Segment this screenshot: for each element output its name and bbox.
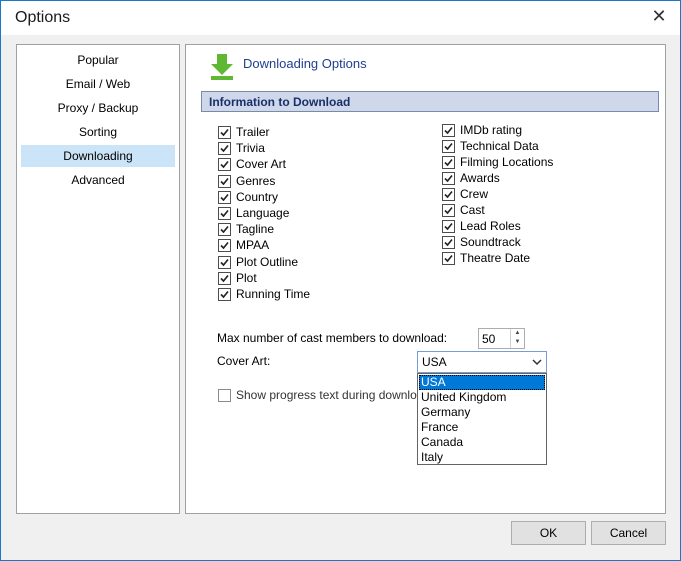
checkbox-label: Plot — [236, 270, 257, 285]
checkmark-icon[interactable] — [218, 142, 231, 156]
dropdown-option-germany[interactable]: Germany — [419, 405, 545, 420]
checkbox-label: Filming Locations — [460, 155, 554, 169]
checkmark-icon[interactable] — [442, 156, 455, 169]
downloading-panel: Downloading Options Information to Downl… — [185, 44, 666, 514]
checkmark-icon[interactable] — [442, 236, 455, 249]
sidebar-item-sorting[interactable]: Sorting — [21, 121, 175, 143]
spinner-buttons: ▲ ▼ — [510, 329, 524, 348]
max-cast-label: Max number of cast members to download: — [217, 331, 448, 345]
checkbox-label: Language — [236, 206, 290, 220]
cover-art-value: USA — [422, 355, 447, 369]
cover-art-select[interactable]: USA — [417, 351, 547, 373]
checkmark-icon[interactable] — [218, 288, 231, 301]
checkbox-label: Country — [236, 189, 279, 204]
checkbox-label: IMDb rating — [460, 123, 523, 137]
checkmark-icon[interactable] — [442, 172, 455, 185]
dropdown-option-canada[interactable]: Canada — [419, 435, 545, 450]
checkmark-icon[interactable] — [218, 223, 231, 237]
dropdown-option-united-kingdom[interactable]: United Kingdom — [419, 390, 545, 405]
show-progress-label: Show progress text during downlo — [236, 388, 417, 402]
cover-art-dropdown-list: USA United Kingdom Germany France Canada… — [417, 373, 547, 465]
spinner-up-icon[interactable]: ▲ — [511, 329, 524, 338]
checkbox-label: Running Time — [236, 287, 311, 301]
sidebar-item-downloading[interactable]: Downloading — [21, 145, 175, 167]
checkmark-icon[interactable] — [218, 207, 231, 220]
checkmark-icon[interactable] — [442, 140, 455, 153]
sidebar-item-proxy-backup[interactable]: Proxy / Backup — [21, 97, 175, 119]
page-title: Downloading Options — [243, 56, 367, 71]
checkmark-icon[interactable] — [218, 190, 231, 204]
checkmark-icon[interactable] — [218, 271, 231, 285]
download-arrow-icon — [211, 54, 233, 80]
checkmark-icon[interactable] — [442, 252, 455, 265]
max-cast-spinner[interactable]: 50 ▲ ▼ — [478, 328, 525, 349]
checkbox-label: Crew — [460, 187, 489, 201]
checkbox-label: Theatre Date — [460, 251, 531, 265]
checkmark-icon[interactable] — [442, 188, 455, 201]
checkmark-icon[interactable] — [218, 158, 231, 172]
checkbox-label: MPAA — [236, 238, 270, 253]
dropdown-option-usa[interactable]: USA — [419, 375, 545, 390]
section-header: Information to Download — [201, 91, 659, 112]
sidebar-item-advanced[interactable]: Advanced — [21, 169, 175, 191]
checkbox-label: Genres — [236, 173, 276, 188]
checkmark-icon[interactable] — [442, 204, 455, 217]
sidebar-item-email-web[interactable]: Email / Web — [21, 73, 175, 95]
chevron-down-icon[interactable] — [532, 356, 542, 368]
checkmark-icon[interactable] — [442, 220, 455, 233]
window-title: Options — [15, 9, 71, 26]
checkbox-label: Plot Outline — [236, 254, 299, 269]
checkmark-icon[interactable] — [218, 255, 231, 269]
checkbox-label: Cast — [460, 203, 485, 217]
checkbox-label: Trailer — [236, 125, 270, 139]
ok-button[interactable]: OK — [511, 521, 586, 545]
checkmark-icon[interactable] — [218, 174, 231, 188]
max-cast-value[interactable]: 50 — [482, 332, 495, 346]
spinner-down-icon[interactable]: ▼ — [511, 338, 524, 347]
checkbox-label: Tagline — [236, 222, 275, 237]
checkmark-icon[interactable] — [218, 239, 231, 253]
checkmark-icon[interactable] — [442, 124, 455, 137]
checkbox-label: Technical Data — [460, 139, 539, 153]
checkmark-icon[interactable] — [218, 126, 231, 139]
options-window: Options ✕ Popular Email / Web Proxy / Ba… — [0, 0, 681, 561]
section-title: Information to Download — [209, 95, 351, 109]
checkbox-label: Cover Art — [236, 157, 287, 172]
title-bar: Options ✕ — [1, 1, 680, 35]
cover-art-label: Cover Art: — [217, 354, 271, 368]
checkbox-label: Awards — [460, 171, 500, 185]
dropdown-option-italy[interactable]: Italy — [419, 450, 545, 465]
checkbox-box[interactable] — [218, 389, 231, 402]
sidebar-item-popular[interactable]: Popular — [21, 49, 175, 71]
checkbox-label: Soundtrack — [460, 235, 521, 249]
checkbox-label: Lead Roles — [460, 219, 521, 233]
sidebar: Popular Email / Web Proxy / Backup Sorti… — [16, 44, 180, 514]
dropdown-option-france[interactable]: France — [419, 420, 545, 435]
checkbox-label: Trivia — [236, 141, 265, 156]
cancel-button[interactable]: Cancel — [591, 521, 666, 545]
close-icon[interactable]: ✕ — [644, 3, 674, 31]
